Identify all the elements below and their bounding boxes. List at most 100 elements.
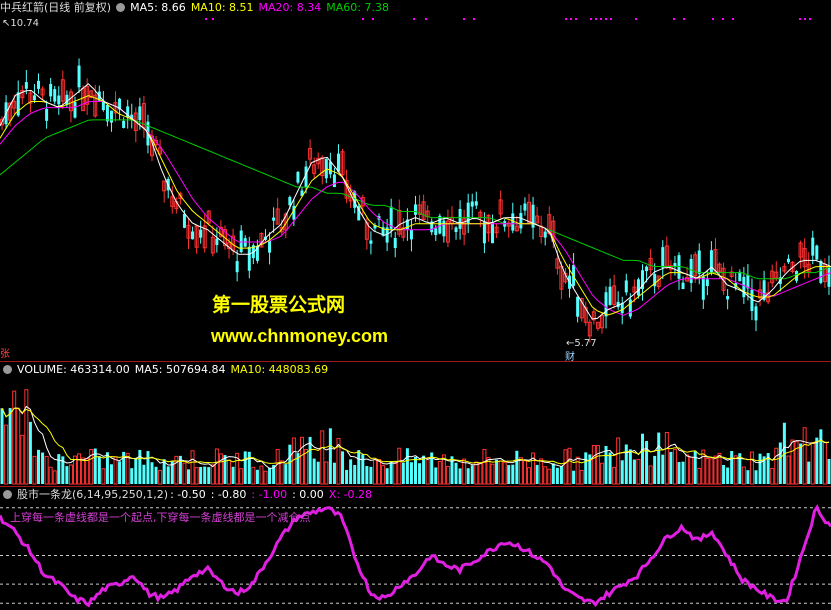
indicator-panel[interactable]: 股市一条龙(6,14,95,250,1,2): -0.50: -0.80: -1… [0,487,831,610]
volume-bar-down [608,452,612,484]
volume-bar-up [547,468,552,485]
candle-down [239,230,243,253]
candle-down [272,217,276,221]
marker-dot [799,18,801,20]
candle-down [636,279,640,296]
candle-down [328,161,332,175]
volume-bar-up [717,452,722,485]
candle-down [523,203,527,211]
volume-bar-up [478,463,483,485]
price-panel[interactable]: 中兵红箭(日线 前复权) MA5: 8.66 MA10: 8.51 MA20: 8.3… [0,0,831,363]
indicator-v2: : -0.80 [210,488,247,501]
volume-bar-up [377,459,382,485]
volume-panel[interactable]: VOLUME: 463314.00 MA5: 507694.84 MA10: 448… [0,362,831,486]
volume-bar-up [182,462,187,485]
marker-dot [804,18,806,20]
marker-dot [590,18,592,20]
candle-down [705,279,709,286]
volume-bar-down [0,408,4,484]
ma20-label: MA20: 8.34 [258,1,322,14]
marker-dot [595,18,597,20]
volume-bar-down [268,467,272,484]
volume-bar-up [697,467,702,485]
volume-bar-up [52,470,57,485]
volume-bar-up [689,456,694,485]
volume-bar-up [101,468,106,485]
candle-down [77,65,81,88]
volume-bar-up [20,434,25,485]
volume-bar-up [85,458,90,485]
candle-down [32,95,36,101]
volume-bar-down [758,453,762,484]
indicator-v3: : -1.00 [251,488,288,501]
volume-bar-down [495,459,499,484]
candle-down [458,208,462,229]
price-header: 中兵红箭(日线 前复权) MA5: 8.66 MA10: 8.51 MA20: 8.3… [0,0,394,16]
candle-down [109,110,113,123]
volume-bar-down [645,441,649,484]
volume-bar-up [713,455,718,485]
settings-circle-icon[interactable] [3,365,12,374]
volume-bar-up [381,465,386,485]
volume-bar-up [810,441,815,485]
volume-bar-down [551,463,555,484]
volume-bar-up [664,431,669,485]
candle-down [827,266,831,287]
candle-down [815,245,819,260]
volume-bar-down [186,469,190,484]
volume-bar-up [474,461,479,485]
volume-bar-down [454,462,458,484]
candle-down [482,222,486,244]
candle-down [37,80,41,89]
volume-bar-down [726,467,730,484]
candle-down [199,229,203,238]
candle-down [247,246,251,271]
volume-bar-up [482,448,487,485]
volume-bar-down [118,461,122,484]
volume-bar-down [385,468,389,484]
volume-bar-down [653,455,657,484]
volume-bar-down [827,458,831,484]
volume-bar-up [790,439,795,485]
volume-bar-up [251,466,256,485]
volume-bar-down [243,451,247,484]
volume-bar-up [437,460,442,485]
candle-down [474,201,478,206]
volume-bar-up [498,460,503,485]
volume-bar-up [616,437,621,485]
volume-bar-down [746,470,750,484]
zhang-marker: 张 [0,349,10,360]
finance-marker[interactable]: 财 [565,348,575,363]
high-price-label: ↖10.74 [2,18,40,29]
volume-bar-down [328,428,332,484]
volume-bar-down [134,457,138,484]
candle-down [53,89,57,102]
settings-circle-icon[interactable] [116,3,126,12]
volume-bar-down [414,456,417,484]
volume-bar-up [518,457,523,485]
volume-bar-down [754,470,758,484]
settings-circle-icon[interactable] [3,490,12,499]
volume-bar-up [372,459,377,485]
candle-down [288,196,292,206]
volume-bar-down [422,455,426,484]
volume-bar-up [218,453,223,485]
volume-bar-down [146,451,150,484]
volume-bar-down [470,465,474,484]
volume-bar-down [357,450,361,484]
volume-bar-up [48,466,53,485]
candle-down [620,303,624,314]
volume-bar-up [279,460,284,485]
volume-bar-up [263,470,268,485]
candle-down [543,231,547,238]
volume-bar-up [612,466,617,485]
volume-label: VOLUME: 463314.00 [17,363,130,376]
volume-bar-down [369,466,373,484]
volume-bar-down [255,469,259,484]
volume-bar-down [207,467,211,484]
volume-bar-up [539,458,544,485]
volume-bar-up [210,464,215,485]
marker-dot [570,18,572,20]
volume-bar-down [405,448,409,484]
candle-down [673,262,677,267]
